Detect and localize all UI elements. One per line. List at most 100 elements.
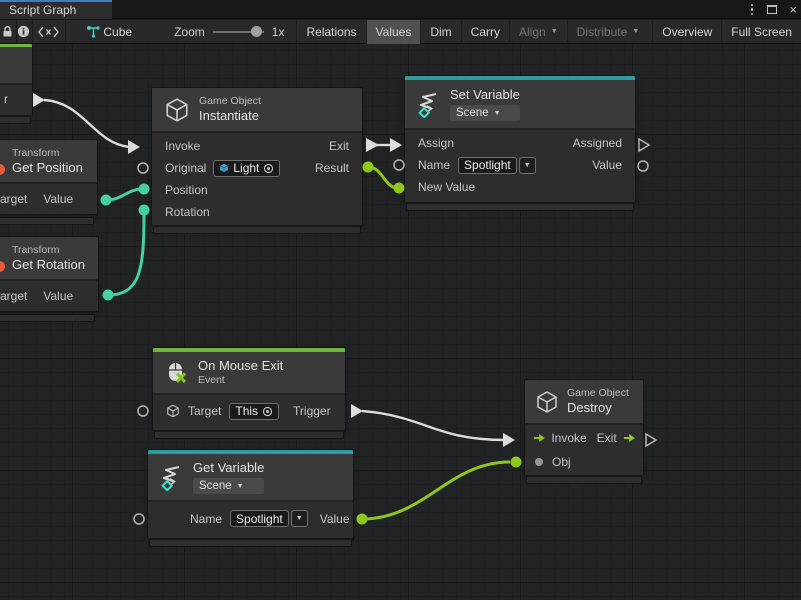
original-object-field[interactable]: Light [213, 160, 280, 177]
node-get-rotation[interactable]: Transform Get Rotation arget Value [0, 237, 98, 311]
flow-arrow-icon [533, 433, 545, 443]
node-footer [0, 218, 93, 224]
port-destroy-exit[interactable] [646, 434, 656, 446]
values-button[interactable]: Values [366, 20, 421, 44]
original-object-value: Light [233, 161, 259, 175]
name-port-label: Name [418, 158, 450, 172]
wire-get-rotation-to-instantiate-rotation[interactable] [103, 205, 150, 301]
maximize-icon[interactable] [767, 5, 777, 14]
original-port-label: Original [165, 161, 206, 175]
dim-button[interactable]: Dim [420, 20, 460, 44]
node-instantiate[interactable]: Game Object Instantiate Invoke Exit Orig… [152, 88, 362, 225]
wire-get-position-to-instantiate-position[interactable] [101, 184, 150, 206]
node-header: Transform Get Position [0, 140, 97, 184]
target-port-label: Target [188, 404, 221, 418]
wire-instantiate-exit-to-set-variable-assign[interactable] [366, 138, 402, 152]
tab-title: Script Graph [9, 3, 76, 17]
variable-name-field[interactable]: Spotlight [230, 510, 289, 527]
node-title: On Mouse Exit [198, 358, 283, 374]
node-destroy[interactable]: Game Object Destroy Invoke Exit Obj [525, 380, 643, 475]
node-header: Transform Get Rotation [0, 237, 98, 281]
node-footer [150, 540, 351, 546]
distribute-dropdown[interactable]: Distribute▼ [567, 20, 649, 44]
chevron-down-icon: ▼ [494, 110, 501, 117]
zoom-slider-handle[interactable] [251, 26, 262, 37]
object-picker-icon[interactable] [263, 163, 274, 174]
node-footer [527, 477, 641, 483]
full-screen-button[interactable]: Full Screen [721, 20, 801, 44]
variable-name-field[interactable]: Spotlight [458, 157, 517, 174]
zoom-label: Zoom [174, 25, 205, 39]
node-header: On Mouse Exit Event [153, 352, 345, 395]
align-dropdown[interactable]: Align▼ [509, 20, 567, 44]
target-object-field[interactable]: This [229, 403, 279, 420]
node-get-variable[interactable]: Get Variable Scene▼ Name Spotlight ▼ Val… [148, 450, 353, 538]
game-object-mini-icon [219, 163, 229, 173]
info-icon[interactable] [16, 20, 32, 44]
value-port-label: Value [43, 289, 73, 303]
node-title: Get Variable [193, 460, 264, 476]
game-object-cube-icon [535, 390, 559, 414]
value-port-label: Value [43, 192, 73, 206]
port-get-variable-name[interactable] [134, 514, 144, 524]
node-header: Game Object Instantiate [152, 88, 362, 133]
overview-button[interactable]: Overview [652, 20, 721, 44]
chevron-down-icon: ▼ [632, 28, 639, 35]
node-header: Get Variable Scene▼ [148, 454, 353, 502]
port-on-mouse-exit-target[interactable] [138, 406, 148, 416]
node-set-variable[interactable]: Set Variable Scene▼ Assign Assigned Name… [405, 76, 635, 202]
lock-icon[interactable] [0, 20, 16, 44]
node-category: Transform [12, 244, 85, 257]
mouse-exit-icon [165, 361, 189, 385]
position-port-label: Position [165, 183, 208, 197]
port-set-variable-assigned[interactable] [639, 139, 649, 151]
zoom-slider[interactable] [213, 31, 264, 33]
graph-toolbar: Cube Zoom 1x Relations Values Dim Carry … [0, 20, 801, 44]
carry-button[interactable]: Carry [461, 20, 509, 44]
menu-icon[interactable] [749, 2, 756, 18]
port-set-variable-name[interactable] [394, 160, 404, 170]
node-partial-event[interactable]: r [0, 44, 32, 115]
value-port-label: Value [320, 512, 350, 526]
variable-name-dropdown[interactable]: ▼ [291, 510, 308, 527]
trigger-label-partial: r [4, 92, 8, 106]
variable-name-dropdown[interactable]: ▼ [519, 157, 536, 174]
assign-port-label: Assign [418, 136, 454, 150]
node-on-mouse-exit[interactable]: On Mouse Exit Event Target This Trigger [153, 348, 345, 430]
node-title: Set Variable [450, 87, 520, 103]
script-graph-asset-icon [84, 20, 103, 44]
exit-port-label: Exit [329, 139, 349, 153]
game-object-cube-icon [164, 97, 190, 123]
chevron-down-icon: ▼ [551, 28, 558, 35]
tab-script-graph[interactable]: Script Graph [0, 0, 112, 19]
node-footer [155, 432, 343, 438]
graph-canvas[interactable]: r Transform Get Position arget Value [0, 44, 801, 600]
relations-button[interactable]: Relations [296, 20, 365, 44]
close-icon[interactable]: × [789, 3, 797, 16]
exit-port-label: Exit [597, 431, 617, 445]
node-get-position[interactable]: Transform Get Position arget Value [0, 140, 97, 214]
value-port-dot-icon [535, 458, 543, 466]
variable-kind-dropdown[interactable]: Scene▼ [450, 105, 520, 121]
node-header: Set Variable Scene▼ [405, 80, 635, 130]
trigger-port-label: Trigger [293, 404, 331, 418]
wire-trigger-to-destroy-invoke[interactable] [351, 404, 515, 447]
game-object-mini-icon [166, 404, 180, 418]
tab-strip: Script Graph × [0, 0, 801, 19]
name-port-label: Name [190, 512, 222, 526]
node-category: Game Object [567, 387, 629, 400]
variable-kind-dropdown[interactable]: Scene▼ [193, 478, 264, 494]
new-value-port-label: New Value [418, 180, 475, 194]
zoom-value: 1x [272, 25, 285, 39]
code-view-icon[interactable] [32, 20, 65, 44]
node-title: Get Position [12, 160, 83, 176]
wire-instantiate-result-to-new-value[interactable] [363, 162, 405, 194]
node-footer [0, 315, 94, 321]
node-title: Instantiate [199, 108, 261, 124]
port-set-variable-value[interactable] [638, 161, 648, 171]
invoke-port-label: Invoke [551, 431, 586, 445]
wire-get-variable-to-destroy-obj[interactable] [357, 457, 522, 525]
object-picker-icon[interactable] [262, 406, 273, 417]
port-instantiate-original[interactable] [138, 163, 148, 173]
toolbar-separator [65, 20, 66, 44]
